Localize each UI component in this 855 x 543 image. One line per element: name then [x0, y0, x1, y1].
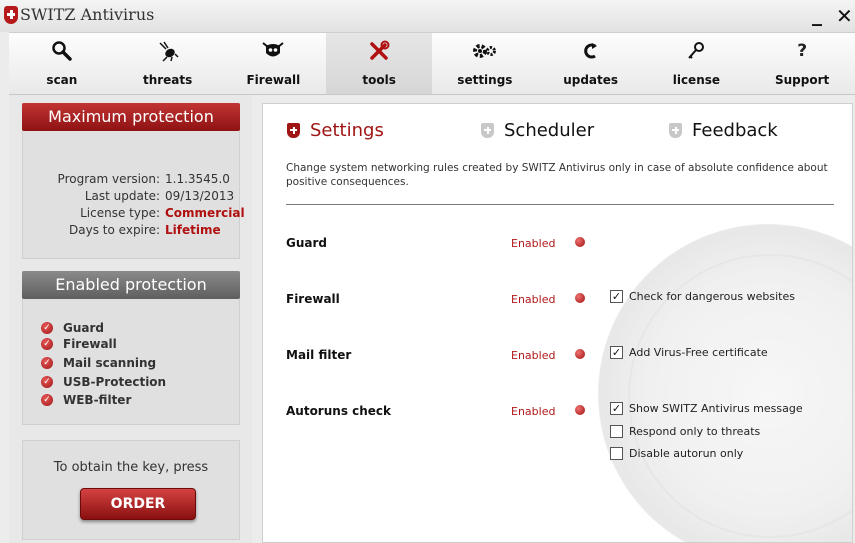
divider — [286, 204, 834, 205]
toolbar-tools[interactable]: tools — [326, 33, 432, 94]
checkbox-icon[interactable]: ✓ — [610, 290, 623, 303]
enabled-protection-box: Enabled protection ✓ Guard ✓ Firewall ✓ Mai… — [22, 271, 240, 425]
info-row-update: Last update: 09/13/2013 — [84, 189, 235, 203]
checkbox-virus-free-certificate[interactable]: ✓ Add Virus-Free certificate — [610, 346, 768, 359]
toolbar-settings[interactable]: settings — [432, 33, 538, 94]
toolbar-license[interactable]: license — [644, 33, 750, 94]
tab-settings[interactable]: Settings — [287, 120, 384, 141]
key-icon — [685, 39, 707, 63]
toolbar-scan[interactable]: scan — [9, 33, 115, 94]
toolbar-license-label: license — [672, 73, 721, 87]
gears-icon — [472, 39, 498, 63]
tab-scheduler[interactable]: Scheduler — [481, 120, 594, 141]
checkbox-icon[interactable] — [610, 425, 623, 438]
checkbox-disable-autorun[interactable]: Disable autorun only — [610, 447, 743, 460]
description-text: Change system networking rules created b… — [286, 162, 828, 188]
setting-guard-label: Guard — [286, 236, 327, 250]
shield-icon — [669, 123, 682, 138]
max-protection-box: Maximum protection Program version: 1.1.3… — [22, 103, 245, 259]
status-dot-icon — [575, 293, 585, 303]
check-icon: ✓ — [41, 357, 53, 369]
list-item: ✓ Mail scanning — [41, 356, 156, 370]
toolbar-updates-label: updates — [563, 73, 619, 87]
status-dot-icon — [575, 237, 585, 247]
toolbar-updates[interactable]: updates — [538, 33, 644, 94]
checkbox-respond-threats[interactable]: Respond only to threats — [610, 425, 760, 438]
list-item: ✓ Firewall — [41, 337, 117, 351]
bug-icon — [156, 39, 180, 63]
toolbar-firewall-label: Firewall — [246, 73, 301, 87]
checkbox-icon[interactable]: ✓ — [610, 346, 623, 359]
refresh-icon — [580, 39, 602, 63]
enabled-protection-header: Enabled protection — [22, 271, 240, 299]
setting-mail-status[interactable]: Enabled — [511, 349, 555, 362]
list-item: ✓ WEB-filter — [41, 393, 131, 407]
left-panel: Maximum protection Program version: 1.1.3… — [9, 95, 252, 543]
setting-firewall-status[interactable]: Enabled — [511, 293, 555, 306]
question-icon: ? — [797, 41, 808, 61]
toolbar-threats[interactable]: threats — [115, 33, 221, 94]
info-row-license: License type: Commercial — [80, 206, 245, 220]
setting-autoruns-status[interactable]: Enabled — [511, 405, 555, 418]
info-row-version: Program version: 1.1.3545.0 — [57, 172, 230, 186]
tools-icon — [368, 39, 390, 63]
settings-tabs: Settings Scheduler Feedback — [263, 120, 852, 150]
list-item: ✓ Guard — [41, 321, 104, 335]
tab-feedback[interactable]: Feedback — [669, 120, 778, 141]
list-item: ✓ USB-Protection — [41, 375, 166, 389]
minimize-button[interactable]: _ — [812, 2, 822, 26]
toolbar-settings-label: settings — [457, 73, 513, 87]
check-icon: ✓ — [41, 322, 53, 334]
toolbar-threats-label: threats — [142, 73, 193, 87]
max-protection-header: Maximum protection — [22, 103, 240, 131]
main-toolbar: scan threats Firewall tools settings upd… — [9, 32, 855, 95]
close-button[interactable]: ✕ — [836, 4, 853, 28]
status-dot-icon — [575, 405, 585, 415]
setting-firewall-label: Firewall — [286, 292, 340, 306]
checkbox-show-message[interactable]: ✓ Show SWITZ Antivirus message — [610, 402, 803, 415]
checkbox-icon[interactable] — [610, 447, 623, 460]
shield-icon — [481, 123, 494, 138]
firewall-bug-icon — [261, 39, 285, 63]
title-bar: SWITZ Antivirus _ ✕ — [0, 0, 855, 32]
toolbar-support-label: Support — [774, 73, 830, 87]
info-row-expire: Days to expire: Lifetime — [69, 223, 221, 237]
setting-autoruns-label: Autoruns check — [286, 404, 392, 418]
toolbar-tools-label: tools — [362, 73, 396, 87]
shield-logo-icon — [4, 6, 18, 24]
setting-guard-status[interactable]: Enabled — [511, 237, 555, 250]
watch-background-image — [598, 224, 852, 542]
window-title: SWITZ Antivirus — [20, 5, 155, 24]
checkbox-icon[interactable]: ✓ — [610, 402, 623, 415]
check-icon: ✓ — [41, 338, 53, 350]
toolbar-firewall[interactable]: Firewall — [221, 33, 327, 94]
order-button[interactable]: ORDER — [80, 488, 196, 520]
main-panel: Settings Scheduler Feedback Change syste… — [262, 103, 853, 543]
check-icon: ✓ — [41, 394, 53, 406]
check-icon: ✓ — [41, 376, 53, 388]
toolbar-scan-label: scan — [46, 73, 78, 87]
toolbar-support[interactable]: ? Support — [749, 33, 855, 94]
checkbox-dangerous-websites[interactable]: ✓ Check for dangerous websites — [610, 290, 795, 303]
key-instruction: To obtain the key, press — [53, 460, 209, 475]
setting-mail-label: Mail filter — [286, 348, 352, 362]
shield-icon — [287, 123, 300, 138]
magnifier-icon — [51, 39, 73, 63]
status-dot-icon — [575, 349, 585, 359]
